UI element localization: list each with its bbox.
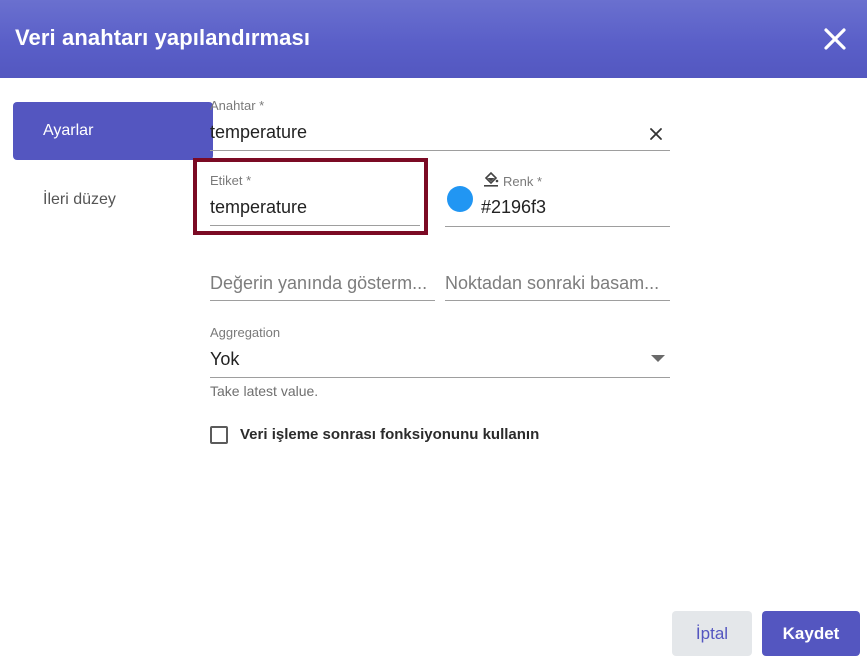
label-field-label: Etiket * — [210, 173, 252, 188]
post-processing-checkbox[interactable] — [210, 426, 228, 444]
dialog-header: Veri anahtarı yapılandırması — [0, 0, 867, 78]
color-field-underline — [445, 226, 670, 227]
key-field-label: Anahtar * — [210, 98, 265, 113]
dialog-title: Veri anahtarı yapılandırması — [15, 25, 311, 50]
key-field[interactable]: temperature — [210, 122, 307, 143]
data-key-config-dialog: Veri anahtarı yapılandırması Ayarlar İle… — [0, 0, 867, 666]
aggregation-underline — [210, 377, 670, 378]
cancel-button[interactable]: İptal — [672, 611, 752, 656]
units-field[interactable]: Değerin yanında gösterm... — [210, 273, 435, 294]
aggregation-label: Aggregation — [210, 325, 281, 340]
color-field[interactable]: #2196f3 — [481, 197, 546, 218]
close-button[interactable] — [818, 22, 852, 56]
key-field-underline — [210, 150, 670, 151]
aggregation-hint: Take latest value. — [210, 383, 319, 399]
color-swatch[interactable] — [447, 186, 473, 212]
decimals-field[interactable]: Noktadan sonraki basam... — [445, 273, 670, 294]
close-icon — [824, 28, 846, 50]
clear-key-button[interactable] — [646, 124, 666, 144]
units-field-underline — [210, 300, 435, 301]
label-field-underline — [210, 225, 420, 226]
clear-icon — [650, 128, 662, 140]
aggregation-select[interactable]: Yok — [210, 349, 239, 370]
tab-advanced[interactable]: İleri düzey — [13, 171, 213, 229]
decimals-field-underline — [445, 300, 670, 301]
save-button[interactable]: Kaydet — [762, 611, 860, 656]
color-field-label: Renk * — [503, 174, 543, 189]
tab-settings[interactable]: Ayarlar — [13, 102, 213, 160]
paint-bucket-icon — [484, 171, 499, 187]
post-processing-label[interactable]: Veri işleme sonrası fonksiyonunu kullanı… — [240, 426, 539, 443]
chevron-down-icon[interactable] — [651, 355, 665, 362]
label-field[interactable]: temperature — [210, 197, 307, 218]
